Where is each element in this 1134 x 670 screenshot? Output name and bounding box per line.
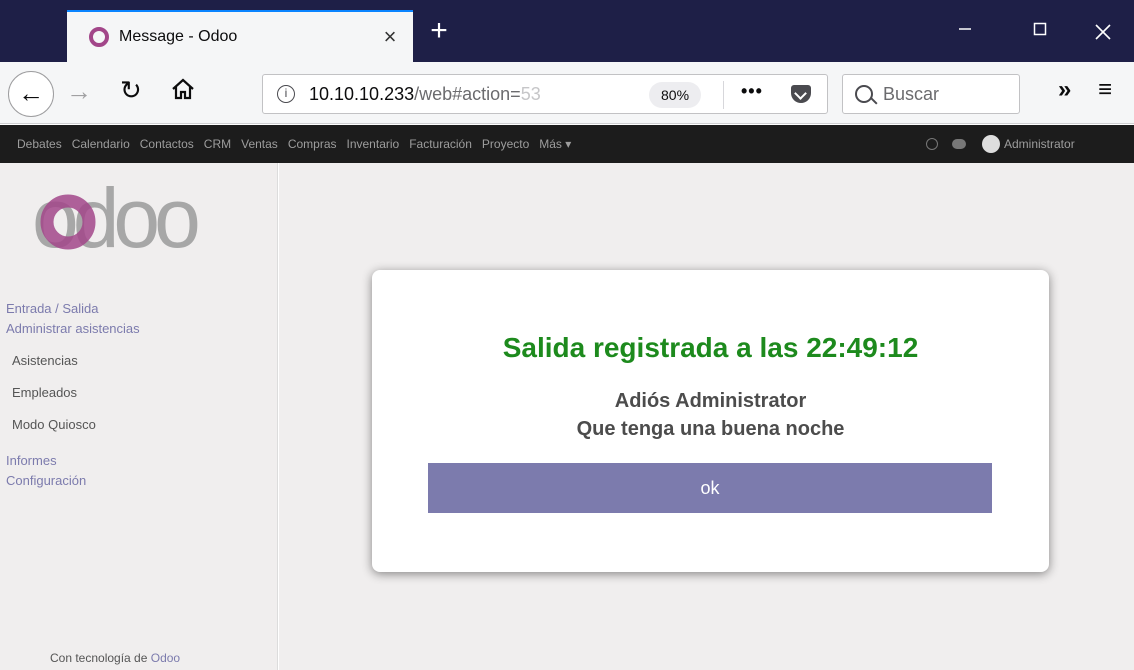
odoo-favicon-icon <box>89 27 109 47</box>
menu-item-contactos[interactable]: Contactos <box>140 137 194 151</box>
svg-text:odoo: odoo <box>32 175 198 265</box>
powered-by-link[interactable]: Odoo <box>151 651 180 665</box>
search-icon <box>855 85 873 103</box>
menu-item-inventario[interactable]: Inventario <box>347 137 400 151</box>
odoo-top-menu: Debates Calendario Contactos CRM Ventas … <box>0 125 1134 163</box>
url-fade: 53 <box>520 83 541 104</box>
back-button[interactable]: ← <box>8 71 54 117</box>
menu-item-facturacion[interactable]: Facturación <box>409 137 472 151</box>
powered-by-prefix: Con tecnología de <box>50 651 151 665</box>
info-icon[interactable]: i <box>277 85 295 103</box>
search-placeholder: Buscar <box>883 83 940 104</box>
search-bar[interactable]: Buscar <box>842 74 1020 114</box>
menu-item-proyecto[interactable]: Proyecto <box>482 137 529 151</box>
menu-item-mas[interactable]: Más ▾ <box>539 137 571 151</box>
new-tab-button[interactable]: + <box>425 16 453 46</box>
sidebar-item-configuracion[interactable]: Configuración <box>6 473 86 488</box>
reload-button[interactable]: ↻ <box>120 75 142 106</box>
maximize-button[interactable] <box>1025 20 1055 44</box>
zoom-indicator[interactable]: 80% <box>649 82 702 108</box>
sidebar-item-informes[interactable]: Informes <box>6 453 57 468</box>
topbar-systray: Administrator <box>926 125 1075 163</box>
sidebar-item-asistencias[interactable]: Asistencias <box>12 353 78 368</box>
sidebar-item-entrada-salida[interactable]: Entrada / Salida <box>6 301 99 316</box>
home-icon <box>172 78 194 100</box>
tab-close-icon[interactable]: × <box>375 24 405 50</box>
pocket-icon[interactable] <box>791 85 811 103</box>
menu-item-crm[interactable]: CRM <box>204 137 231 151</box>
sidebar-item-modo-quiosco[interactable]: Modo Quiosco <box>12 417 96 432</box>
minimize-button[interactable] <box>950 20 980 44</box>
sidebar-item-administrar[interactable]: Administrar asistencias <box>6 321 140 336</box>
powered-by: Con tecnología de Odoo <box>50 651 180 665</box>
page-actions-button[interactable]: ••• <box>741 81 763 102</box>
sidebar-item-empleados[interactable]: Empleados <box>12 385 77 400</box>
chat-icon[interactable] <box>952 139 966 149</box>
menu-item-ventas[interactable]: Ventas <box>241 137 278 151</box>
user-menu[interactable]: Administrator <box>1004 137 1075 151</box>
url-host: 10.10.10.233 <box>309 83 415 104</box>
close-window-button[interactable] <box>1088 20 1118 44</box>
ok-button[interactable]: ok <box>428 463 992 513</box>
menu-item-calendario[interactable]: Calendario <box>72 137 130 151</box>
menu-item-debates[interactable]: Debates <box>17 137 62 151</box>
dialog-title: Salida registrada a las 22:49:12 <box>502 332 919 363</box>
forward-button[interactable]: → <box>66 76 92 107</box>
hamburger-menu-button[interactable]: ≡ <box>1098 76 1112 104</box>
odoo-logo: odoo <box>32 175 204 265</box>
url-bar[interactable]: i 10.10.10.233 /web#action= 53 80% ••• <box>262 74 828 114</box>
url-separator <box>723 81 724 109</box>
tab-title: Message - Odoo <box>119 28 238 45</box>
browser-toolbar: ← → ↻ i 10.10.10.233 /web#action= 53 80%… <box>0 62 1134 124</box>
browser-tab-strip: Message - Odoo × + <box>0 0 1134 62</box>
sidebar: odoo Entrada / Salida Administrar asiste… <box>0 163 278 670</box>
menu-item-compras[interactable]: Compras <box>288 137 337 151</box>
main-content: Salida registrada a las 22:49:12 Adiós A… <box>279 163 1134 670</box>
activity-icon[interactable] <box>926 138 938 150</box>
goodbye-message: Adiós Administrator <box>614 390 807 412</box>
overflow-button[interactable]: » <box>1058 76 1071 104</box>
checkout-message-dialog: Salida registrada a las 22:49:12 Adiós A… <box>372 270 1049 572</box>
browser-tab[interactable]: Message - Odoo × <box>67 10 413 62</box>
wish-message: Que tenga una buena noche <box>576 418 845 440</box>
url-path: /web#action= <box>414 83 521 104</box>
avatar[interactable] <box>982 135 1000 153</box>
home-button[interactable] <box>170 76 196 102</box>
